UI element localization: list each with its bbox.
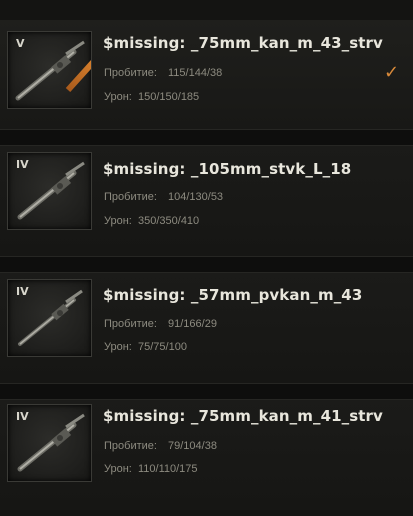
module-name: $missing: _105mm_stvk_L_18 [103, 160, 352, 178]
penetration-label: Пробитие: [104, 191, 157, 203]
damage-label: Урон: [104, 341, 132, 353]
damage-value: 75/75/100 [138, 341, 187, 353]
module-name: $missing: _57mm_pvkan_m_43 [103, 286, 363, 304]
module-name: $missing: _75mm_kan_m_41_strv [103, 407, 383, 425]
damage-value: 350/350/410 [138, 215, 200, 227]
module-icon: IV [7, 152, 92, 230]
module-icon: IV [7, 404, 92, 482]
selected-check-icon: ✓ [384, 62, 400, 83]
gun-icon [15, 40, 85, 101]
damage-value: 150/150/185 [138, 91, 200, 103]
penetration-value: 104/130/53 [168, 191, 224, 203]
penetration-label: Пробитие: [104, 67, 157, 79]
module-icon: V [7, 31, 92, 109]
damage-label: Урон: [104, 215, 132, 227]
module-row-57mm-pvkan-m-43[interactable]: IV $missing: _57mm_pvkan_m_43 Пробитие: … [0, 273, 413, 383]
gun-icon [17, 413, 85, 472]
module-icon: IV [7, 279, 92, 357]
penetration-label: Пробитие: [104, 318, 157, 330]
damage-label: Урон: [104, 91, 132, 103]
penetration-value: 79/104/38 [168, 440, 217, 452]
row-separator [0, 129, 413, 146]
module-row-75mm-kan-m-41[interactable]: IV $missing: _75mm_kan_m_41_strv Пробити… [0, 400, 413, 510]
gun-icon [18, 289, 83, 346]
damage-label: Урон: [104, 463, 132, 475]
module-row-105mm-stvk-l-18[interactable]: IV $missing: _105mm_stvk_L_18 Пробитие: … [0, 146, 413, 256]
gun-icon [17, 161, 85, 220]
row-separator [0, 256, 413, 273]
penetration-value: 91/166/29 [168, 318, 217, 330]
module-row-75mm-kan-m-43[interactable]: V $missing: _75mm_kan_m_43_strv Пробитие… [0, 20, 413, 130]
row-separator [0, 383, 413, 400]
module-name: $missing: _75mm_kan_m_43_strv [103, 34, 383, 52]
penetration-label: Пробитие: [104, 440, 157, 452]
damage-value: 110/110/175 [138, 463, 198, 475]
gun-module-list: V $missing: _75mm_kan_m_43_strv Пробитие… [0, 0, 413, 516]
penetration-value: 115/144/38 [168, 67, 223, 79]
